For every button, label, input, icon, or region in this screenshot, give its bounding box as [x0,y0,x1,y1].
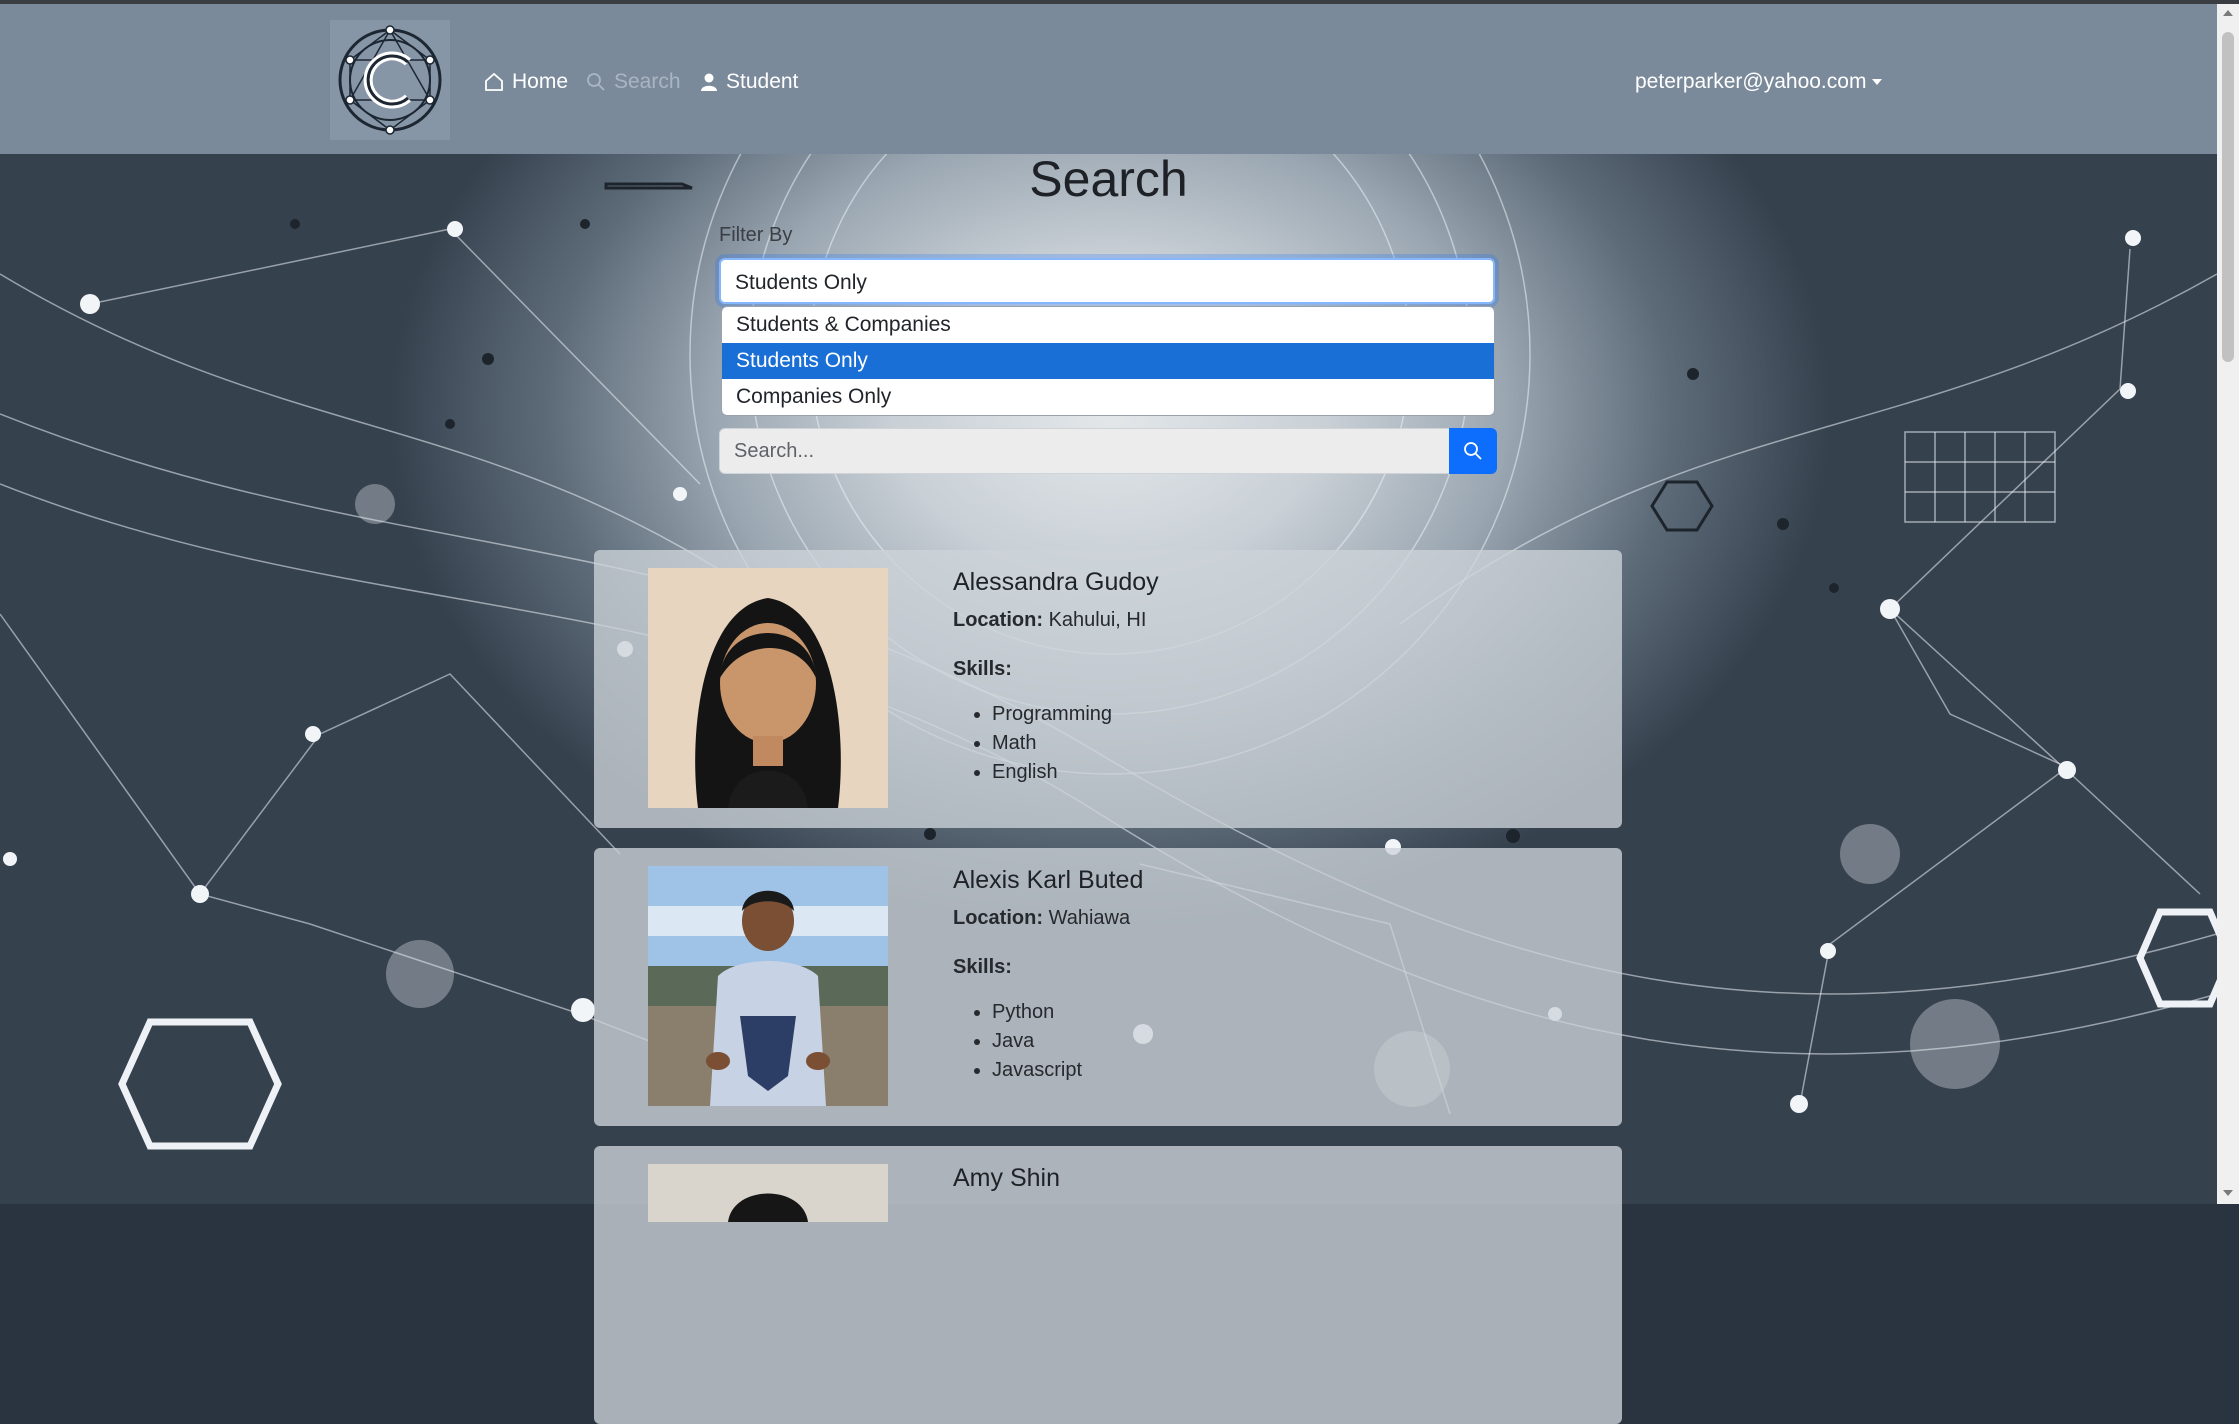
skill-item: Math [992,729,1112,758]
skills-list: Python Java Javascript [953,998,1082,1085]
skills-label: Skills: [953,658,1012,680]
skills-list: Programming Math English [953,700,1112,787]
filter-option-students-only[interactable]: Students Only [722,343,1494,379]
skill-item: Javascript [992,1056,1082,1085]
location-value: Kahului, HI [1048,609,1147,631]
home-icon [485,72,503,91]
nav-home[interactable]: Home [484,66,568,98]
person-icon [701,73,717,91]
user-email: peterparker@yahoo.com [1635,70,1867,93]
scroll-down-arrow-icon[interactable] [2223,1190,2233,1196]
logo-icon[interactable] [330,20,450,140]
student-location: Location: Wahiawa [953,907,1130,930]
user-menu-dropdown[interactable]: peterparker@yahoo.com [1635,66,1883,98]
search-button[interactable] [1449,428,1497,474]
skills-label: Skills: [953,956,1012,978]
student-location: Location: Kahului, HI [953,609,1146,632]
scrollbar-thumb[interactable] [2222,32,2234,362]
caret-down-icon [1872,79,1883,85]
filter-select[interactable]: Students Only [719,258,1495,304]
profile-photo [648,866,888,1106]
nav-student-label: Student [726,70,799,93]
page-scrollbar[interactable] [2217,4,2239,1204]
result-card[interactable]: Amy Shin [594,1146,1622,1424]
navbar: Home Search Student peterparker@yahoo.co… [0,4,2217,154]
location-label: Location: [953,907,1043,929]
skill-item: Programming [992,700,1112,729]
search-icon [587,73,605,91]
location-value: Wahiawa [1048,907,1131,929]
page-title: Search [1029,151,1188,207]
filter-option-companies-only[interactable]: Companies Only [722,379,1494,415]
filter-options-dropdown: Students & Companies Students Only Compa… [721,306,1495,416]
profile-photo [648,568,888,808]
nav-search-label: Search [614,70,681,93]
student-name[interactable]: Amy Shin [953,1164,1060,1193]
skill-item: English [992,758,1112,787]
filter-option-students-companies[interactable]: Students & Companies [722,307,1494,343]
filter-label: Filter By [719,224,793,246]
skill-item: Java [992,1027,1082,1056]
student-name[interactable]: Alexis Karl Buted [953,866,1143,895]
nav-search[interactable]: Search [586,66,681,98]
result-card[interactable]: Alexis Karl Buted Location: Wahiawa Skil… [594,848,1622,1126]
result-card[interactable]: Alessandra Gudoy Location: Kahului, HI S… [594,550,1622,828]
nav-home-label: Home [512,70,569,93]
student-name[interactable]: Alessandra Gudoy [953,568,1159,597]
nav-student[interactable]: Student [700,66,798,98]
scroll-up-arrow-icon[interactable] [2223,10,2233,16]
skill-item: Python [992,998,1082,1027]
search-icon [1464,442,1482,460]
location-label: Location: [953,609,1043,631]
search-input[interactable] [719,428,1449,474]
profile-photo [648,1164,888,1222]
